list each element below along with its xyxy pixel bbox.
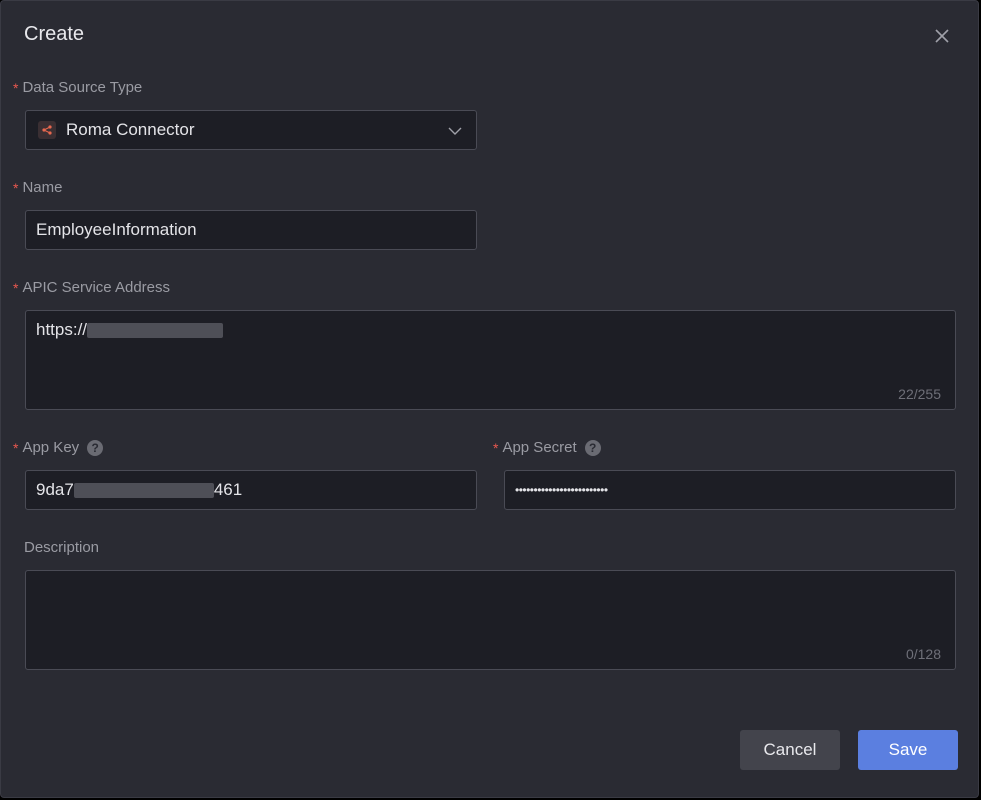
apic-service-address-textarea[interactable]: https:// 22/255 <box>25 310 956 410</box>
description-textarea[interactable]: 0/128 <box>25 570 956 670</box>
app-secret-input[interactable]: ••••••••••••••••••••••••• <box>504 470 956 510</box>
app-key-label: * App Key ? <box>13 439 104 456</box>
apic-address-counter: 22/255 <box>898 386 941 402</box>
name-value: EmployeeInformation <box>36 220 197 239</box>
data-source-type-value: Roma Connector <box>66 120 195 139</box>
app-key-prefix: 9da7 <box>36 480 74 499</box>
chevron-down-icon <box>448 123 462 143</box>
app-secret-label: * App Secret ? <box>493 439 601 456</box>
app-key-input[interactable]: 9da7 461 <box>25 470 477 510</box>
save-button[interactable]: Save <box>858 730 958 770</box>
roma-connector-icon <box>38 121 56 139</box>
name-label: * Name <box>13 179 62 196</box>
required-mark: * <box>493 439 499 456</box>
help-icon[interactable]: ? <box>87 439 104 456</box>
cancel-button[interactable]: Cancel <box>740 730 840 770</box>
data-source-type-select[interactable]: Roma Connector <box>25 110 477 150</box>
name-label-text: Name <box>22 179 63 196</box>
app-key-value: 9da7 461 <box>36 480 242 500</box>
close-icon[interactable] <box>931 25 953 47</box>
apic-address-prefix: https:// <box>36 320 88 339</box>
required-mark: * <box>13 279 19 296</box>
dialog-title: Create <box>24 23 85 45</box>
app-key-label-text: App Key <box>22 439 80 456</box>
redacted-blur <box>87 323 224 339</box>
app-secret-label-text: App Secret <box>502 439 577 456</box>
name-input[interactable]: EmployeeInformation <box>25 210 477 250</box>
app-secret-value: ••••••••••••••••••••••••• <box>515 483 608 497</box>
description-label: Description <box>24 539 100 556</box>
app-key-suffix: 461 <box>213 480 243 499</box>
apic-service-address-label: * APIC Service Address <box>13 279 170 296</box>
required-mark: * <box>13 179 19 196</box>
apic-service-address-label-text: APIC Service Address <box>22 279 171 296</box>
apic-service-address-value: https:// <box>36 320 224 340</box>
data-source-type-label-text: Data Source Type <box>22 79 143 96</box>
data-source-type-label: * Data Source Type <box>13 79 142 96</box>
required-mark: * <box>13 439 19 456</box>
help-icon[interactable]: ? <box>584 439 601 456</box>
description-counter: 0/128 <box>905 646 941 662</box>
create-dialog: Create * Data Source Type Roma Connector <box>0 0 979 798</box>
redacted-blur <box>73 483 214 499</box>
required-mark: * <box>13 79 19 96</box>
